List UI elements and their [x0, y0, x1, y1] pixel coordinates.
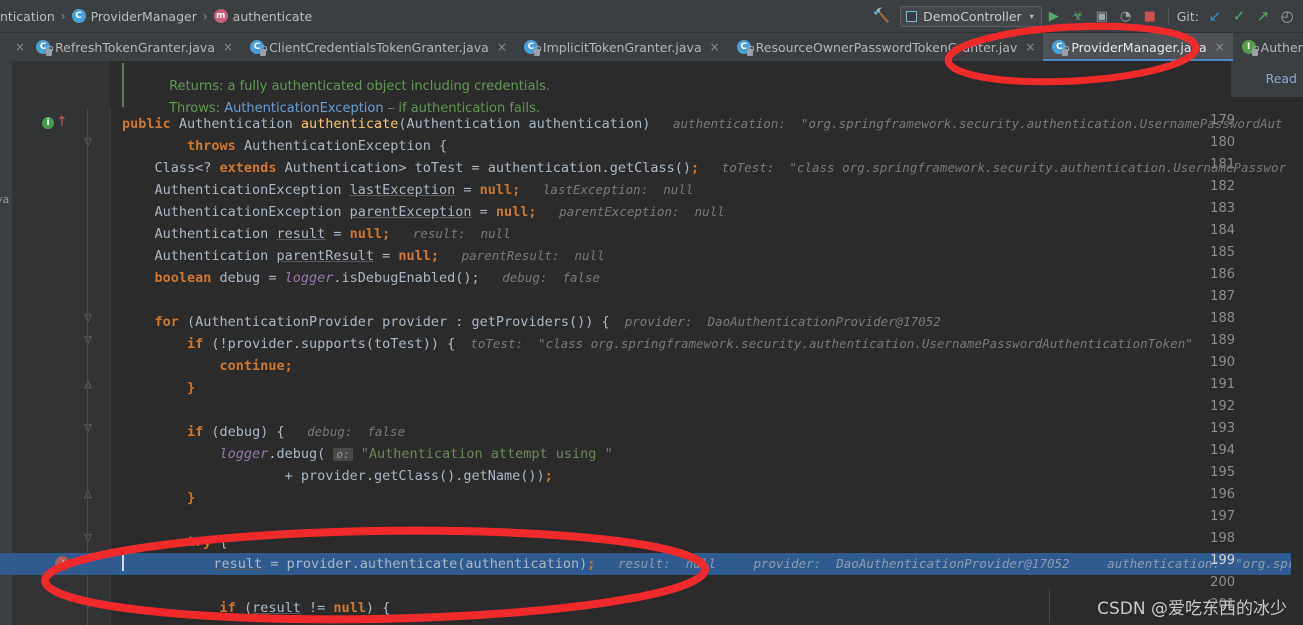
run-button[interactable]: ▶ — [1042, 4, 1066, 28]
navigation-bar: ntication › C ProviderManager › m authen… — [0, 0, 1303, 33]
git-push-button[interactable]: ↗ — [1251, 4, 1275, 28]
interface-icon: I — [1241, 40, 1259, 56]
code-line-181[interactable]: Class<? extends Authentication> toTest =… — [0, 157, 1303, 179]
hammer-icon[interactable]: 🔨 — [873, 8, 890, 24]
close-icon[interactable]: × — [1025, 40, 1035, 54]
code-line-185[interactable]: Authentication parentResult = null; pare… — [0, 245, 1303, 267]
code-line-193[interactable]: if (debug) { debug: false — [0, 421, 1303, 443]
tab-implicit-token-granter[interactable]: C ImplicitTokenGranter.java × — [515, 33, 728, 61]
marker-strip[interactable] — [1291, 109, 1303, 625]
profile-button[interactable]: ◔ — [1114, 4, 1138, 28]
tab-client-credentials-token-granter[interactable]: C ClientCredentialsTokenGranter.java × — [241, 33, 515, 61]
run-config-icon — [906, 10, 918, 22]
tab-close-partial[interactable]: × — [0, 33, 27, 61]
tab-label: ImplicitTokenGranter.java — [542, 39, 702, 55]
code-line-186[interactable]: boolean debug = logger.isDebugEnabled();… — [0, 267, 1303, 289]
class-icon: C — [523, 40, 541, 56]
code-line-194[interactable]: logger.debug( o: "Authentication attempt… — [0, 443, 1303, 465]
run-config-label: DemoController — [923, 8, 1022, 24]
code-line-183[interactable]: AuthenticationException parentException … — [0, 201, 1303, 223]
inspection-bulb-icon[interactable]: i — [42, 117, 54, 129]
breadcrumb-item-package[interactable]: ntication — [0, 9, 55, 24]
code-line-182[interactable]: AuthenticationException lastException = … — [0, 179, 1303, 201]
tab-label: ResourceOwnerPasswordTokenGranter.jav — [755, 39, 1018, 55]
run-configuration-selector[interactable]: DemoController ▾ — [900, 5, 1042, 27]
tab-resource-owner-password-token-granter[interactable]: C ResourceOwnerPasswordTokenGranter.jav … — [728, 33, 1044, 61]
main-toolbar: 🔨 DemoController ▾ ▶ ☣ ▣ ◔ ■ Git: ↙ ✓ ↗ … — [873, 0, 1303, 32]
check-icon: ✓ — [58, 558, 67, 569]
code-line-180[interactable]: throws AuthenticationException { — [0, 135, 1303, 157]
code-content[interactable]: public Authentication authenticate(Authe… — [0, 61, 1303, 625]
toolbar-divider — [1167, 7, 1169, 25]
code-line-196[interactable]: } — [0, 487, 1303, 509]
code-line-191[interactable]: } — [0, 377, 1303, 399]
watermark-divider — [1049, 589, 1050, 623]
code-line-190[interactable]: continue; — [0, 355, 1303, 377]
editor-tab-bar: × C RefreshTokenGranter.java × C ClientC… — [0, 33, 1303, 61]
git-label: Git: — [1176, 8, 1199, 24]
tab-authentication-provider[interactable]: I AuthenticationProvi — [1233, 33, 1303, 61]
code-line-187[interactable] — [0, 289, 1303, 311]
notification-text: Read — [1265, 71, 1297, 86]
breadcrumb-item-method[interactable]: m authenticate — [213, 8, 313, 24]
class-icon: C — [736, 40, 754, 56]
code-line-199[interactable]: result = provider.authenticate(authentic… — [0, 553, 1303, 575]
class-icon: C — [1052, 40, 1070, 56]
debug-button[interactable]: ☣ — [1066, 4, 1090, 28]
run-with-coverage-button[interactable]: ▣ — [1090, 4, 1114, 28]
code-line-195[interactable]: + provider.getClass().getName()); — [0, 465, 1303, 487]
code-line-189[interactable]: if (!provider.supports(toTest)) { toTest… — [0, 333, 1303, 355]
breakpoint-icon[interactable]: ✓ — [55, 556, 70, 571]
breadcrumb-label: ProviderManager — [90, 8, 197, 24]
close-icon[interactable]: × — [497, 40, 507, 54]
tab-label: ProviderManager.java — [1071, 39, 1207, 55]
breadcrumb: ntication › C ProviderManager › m authen… — [0, 9, 312, 24]
code-line-198[interactable]: try { — [0, 531, 1303, 553]
close-icon[interactable]: × — [710, 40, 720, 54]
selection-strip-left — [0, 553, 12, 575]
text-caret — [122, 555, 124, 571]
code-line-179[interactable]: public Authentication authenticate(Authe… — [0, 113, 1303, 135]
tab-provider-manager[interactable]: C ProviderManager.java × — [1043, 33, 1234, 61]
class-icon: C — [71, 9, 86, 23]
code-editor[interactable]: va Returns: a fully authenticated object… — [0, 61, 1303, 625]
ide-window: ntication › C ProviderManager › m authen… — [0, 0, 1303, 625]
tab-label: RefreshTokenGranter.java — [55, 39, 215, 55]
git-update-project-button[interactable]: ↙ — [1203, 4, 1227, 28]
line-number-199: 199 — [1210, 553, 1235, 568]
watermark-label: CSDN @爱吃东西的冰少 — [1097, 599, 1287, 619]
breadcrumb-separator: › — [202, 9, 208, 23]
method-icon: m — [213, 9, 228, 23]
chevron-down-icon: ▾ — [1029, 11, 1034, 21]
close-icon[interactable]: × — [1215, 40, 1225, 54]
class-icon: C — [250, 40, 268, 56]
parameter-hint-chip: o: — [333, 448, 353, 461]
override-arrow-icon[interactable]: ↑ — [56, 115, 68, 129]
class-icon: C — [36, 40, 54, 56]
breadcrumb-label: ntication — [0, 8, 55, 24]
stop-button[interactable]: ■ — [1138, 4, 1162, 28]
git-history-button[interactable]: ◴ — [1275, 4, 1299, 28]
breadcrumb-separator: › — [60, 9, 66, 23]
breadcrumb-item-class[interactable]: C ProviderManager — [71, 8, 197, 24]
close-icon[interactable]: × — [15, 40, 25, 54]
close-icon[interactable]: × — [223, 40, 233, 54]
tab-label: ClientCredentialsTokenGranter.java — [269, 39, 489, 55]
tab-label: AuthenticationProvi — [1260, 39, 1303, 55]
code-line-188[interactable]: for (AuthenticationProvider provider : g… — [0, 311, 1303, 333]
tab-refresh-token-granter[interactable]: C RefreshTokenGranter.java × — [27, 33, 241, 61]
code-line-197[interactable] — [0, 509, 1303, 531]
code-line-184[interactable]: Authentication result = null; result: nu… — [0, 223, 1303, 245]
code-line-192[interactable] — [0, 399, 1303, 421]
breadcrumb-label: authenticate — [232, 8, 313, 24]
git-commit-button[interactable]: ✓ — [1227, 4, 1251, 28]
